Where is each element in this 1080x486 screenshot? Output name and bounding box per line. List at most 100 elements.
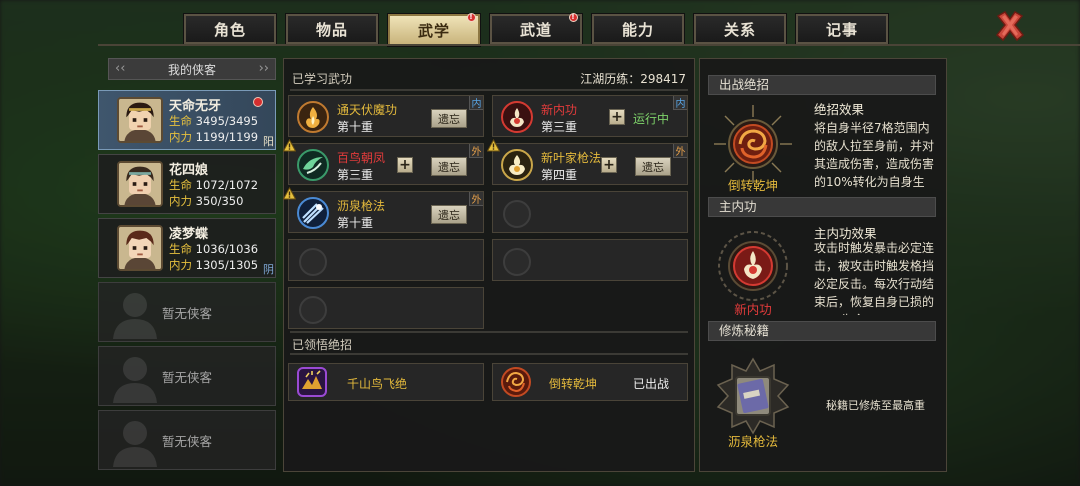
skill-red-icon	[501, 101, 533, 133]
manual-name: 沥泉枪法	[727, 434, 778, 449]
ultimate-slot[interactable]: 倒转乾坤 已出战	[492, 363, 688, 401]
tab-5[interactable]: 关系	[693, 13, 787, 45]
divider	[290, 353, 688, 355]
tab-label: 武学	[417, 21, 450, 40]
skill-name: 百鸟朝凤	[337, 151, 386, 165]
skill-slot[interactable]: 新叶家枪法 第四重 外 + 遗忘	[486, 138, 688, 185]
ult-effect-description: 将自身半径7格范围内的敌人拉至身前，并对其造成伤害，造成伤害的10%转化为自身生	[814, 121, 935, 189]
ult-title: 已领悟绝招	[292, 338, 353, 352]
tab-1[interactable]: 物品	[285, 13, 379, 45]
hero-list-title: 我的侠客	[167, 62, 216, 77]
tab-label: 角色	[213, 20, 246, 39]
empty-slot-label: 暂无侠客	[161, 305, 212, 321]
tab-label: 武道	[519, 20, 552, 39]
skill-slot[interactable]: 新内功 第三重 内 + 运行中	[492, 95, 688, 137]
manual-status-note: 秘籍已修炼至最高重	[826, 399, 925, 412]
empty-circle-icon	[503, 200, 531, 228]
forget-button[interactable]: 遗忘	[431, 157, 467, 176]
warning-icon	[282, 137, 297, 152]
jianghu-experience: 江湖历练：298417	[580, 72, 686, 86]
detail-panel: 出战绝招 倒转乾坤 绝招效果 将自身半径7格范围内的敌人拉至身前，并对其造成伤害…	[699, 58, 947, 472]
skill-level: 第三重	[337, 168, 374, 182]
ult-effect-title: 绝招效果	[814, 102, 865, 117]
hero-hp: 生命 1072/1072	[169, 178, 259, 192]
empty-slot-label: 暂无侠客	[161, 433, 212, 449]
tab-0[interactable]: 角色	[183, 13, 277, 45]
notification-dot-icon: !	[467, 13, 476, 22]
ultimate-name: 千山鸟飞绝	[347, 377, 408, 391]
hero-hp: 生命 1036/1036	[169, 242, 259, 256]
main-neigong-header: 主内功	[708, 197, 936, 217]
silhouette-icon	[113, 357, 157, 403]
avatar	[117, 161, 163, 207]
close-button[interactable]	[993, 9, 1027, 43]
right-arrow-icon[interactable]: ››	[259, 61, 269, 76]
running-status: 运行中	[632, 112, 669, 126]
hero-mp: 内力 1199/1199	[169, 130, 259, 144]
empty-circle-icon	[503, 248, 531, 276]
yin-yang-tag: 阳	[263, 135, 274, 148]
ultimate-name: 倒转乾坤	[549, 377, 598, 391]
ultimate-status: 已出战	[632, 377, 669, 391]
manual-book-icon[interactable]	[712, 355, 794, 437]
tab-2[interactable]: 武学!	[387, 13, 481, 47]
skill-blue-icon	[297, 197, 329, 229]
empty-hero-slot[interactable]: 暂无侠客	[98, 282, 276, 342]
hero-list-panel: ‹‹ 我的侠客 ›› 天命无牙 生命 3495/3495 内力 1199/119…	[98, 58, 278, 472]
neigong-fire-icon[interactable]	[712, 225, 794, 307]
skill-level: 第三重	[541, 120, 578, 134]
upgrade-plus-button[interactable]: +	[397, 157, 413, 173]
main-neigong-name: 新内功	[734, 302, 772, 317]
skill-slot[interactable]: 通天伏魔功 第十重 内 遗忘	[288, 95, 484, 137]
skill-type-badge: 外	[673, 144, 687, 158]
silhouette-icon	[113, 421, 157, 467]
tab-6[interactable]: 记事	[795, 13, 889, 45]
martial-arts-panel: 已学习武功 江湖历练：298417 通天伏魔功 第十重 内 遗忘 新内功 第三重…	[282, 58, 695, 472]
skill-type-badge: 外	[469, 144, 483, 158]
ultimate-slot[interactable]: 千山鸟飞绝	[288, 363, 484, 401]
tab-label: 物品	[315, 20, 348, 39]
empty-skill-slot[interactable]	[492, 239, 688, 281]
hero-hp: 生命 3495/3495	[169, 114, 259, 128]
ult-swirl-icon[interactable]	[712, 103, 794, 185]
skill-name: 沥泉枪法	[337, 199, 386, 213]
learned-title: 已学习武功	[292, 72, 353, 86]
forget-button[interactable]: 遗忘	[635, 157, 671, 176]
skill-flame-icon	[297, 101, 329, 133]
skill-name: 新内功	[541, 103, 578, 117]
hero-card[interactable]: 天命无牙 生命 3495/3495 内力 1199/1199 阳	[98, 90, 276, 150]
skill-slot[interactable]: 沥泉枪法 第十重 外 遗忘	[282, 186, 484, 233]
hero-card[interactable]: 凌梦蝶 生命 1036/1036 内力 1305/1305 阴	[98, 218, 276, 278]
empty-hero-slot[interactable]: 暂无侠客	[98, 346, 276, 406]
tab-bar: 角色 物品 武学! 武道! 能力 关系 记事	[183, 13, 889, 47]
forget-button[interactable]: 遗忘	[431, 109, 467, 128]
hero-name: 花四娘	[169, 163, 209, 178]
birds-crown-icon	[297, 367, 327, 397]
empty-slot-label: 暂无侠客	[161, 369, 212, 385]
alert-icon	[253, 97, 263, 107]
empty-circle-icon	[299, 248, 327, 276]
empty-skill-slot[interactable]	[288, 287, 484, 329]
tab-3[interactable]: 武道!	[489, 13, 583, 45]
upgrade-plus-button[interactable]: +	[601, 157, 617, 173]
left-arrow-icon[interactable]: ‹‹	[115, 61, 125, 76]
yin-yang-tag: 阴	[263, 263, 274, 276]
active-ult-header: 出战绝招	[708, 75, 936, 95]
empty-skill-slot[interactable]	[288, 239, 484, 281]
hero-name: 凌梦蝶	[169, 227, 209, 242]
upgrade-plus-button[interactable]: +	[609, 109, 625, 125]
hero-card[interactable]: 花四娘 生命 1072/1072 内力 350/350	[98, 154, 276, 214]
skill-name: 通天伏魔功	[337, 103, 398, 117]
skill-gold-icon	[501, 149, 533, 181]
tab-4[interactable]: 能力	[591, 13, 685, 45]
forget-button[interactable]: 遗忘	[431, 205, 467, 224]
tab-label: 记事	[825, 20, 858, 39]
empty-skill-slot[interactable]	[492, 191, 688, 233]
skill-slot[interactable]: 百鸟朝凤 第三重 外 + 遗忘	[282, 138, 484, 185]
close-icon	[995, 11, 1025, 42]
warning-icon	[282, 185, 297, 200]
empty-hero-slot[interactable]: 暂无侠客	[98, 410, 276, 470]
skill-green-icon	[297, 149, 329, 181]
hero-name: 天命无牙	[169, 99, 222, 114]
hero-mp: 内力 350/350	[169, 194, 244, 208]
